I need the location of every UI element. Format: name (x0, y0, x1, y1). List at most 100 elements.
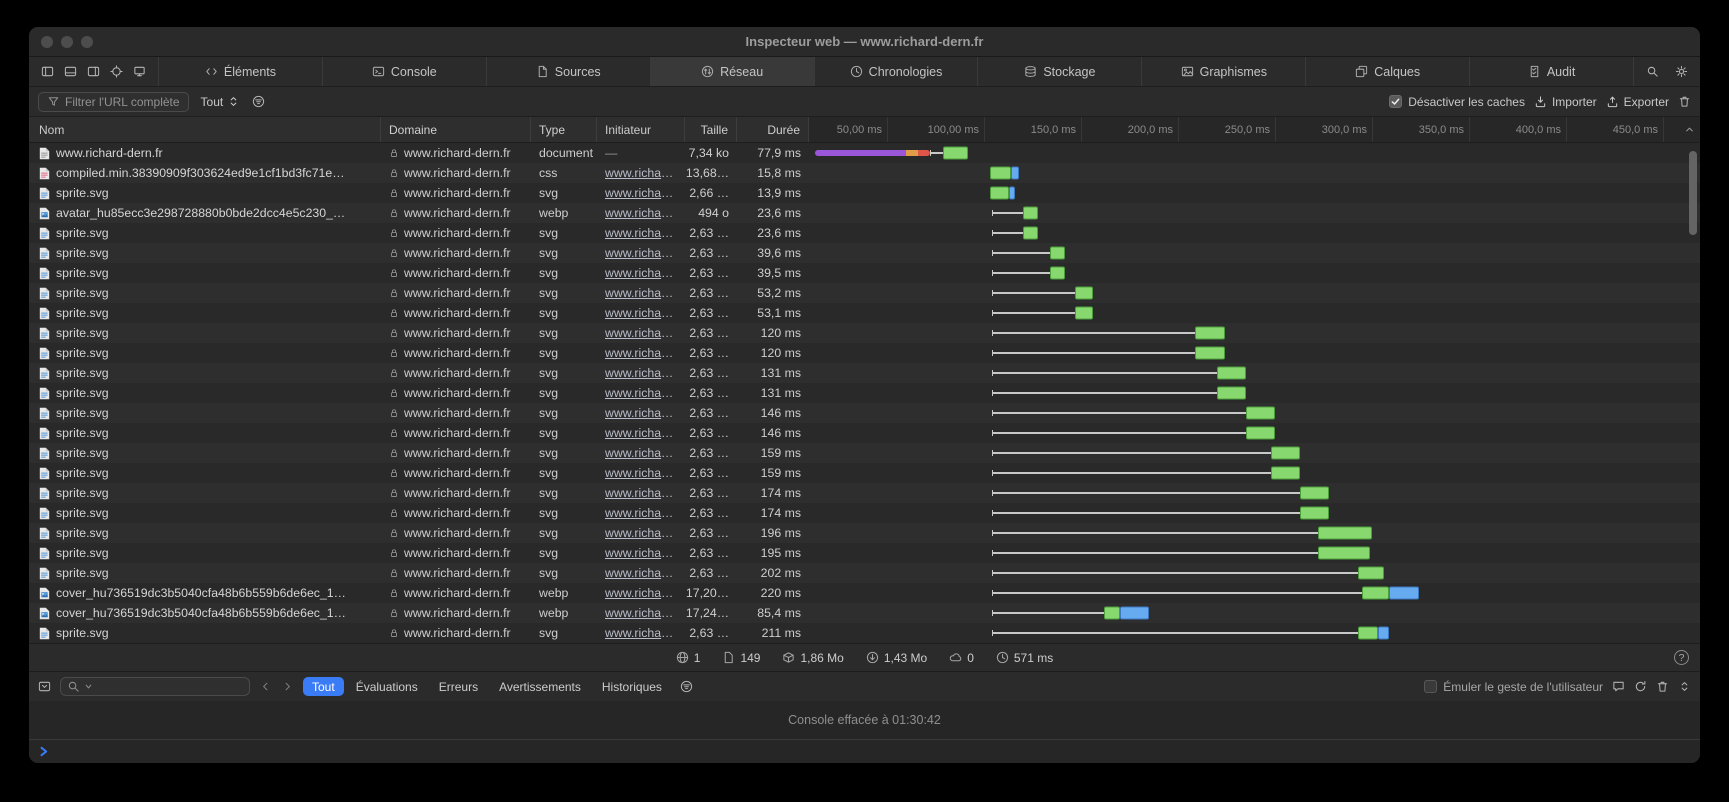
table-row[interactable]: www.richard-dern.frwww.richard-dern.frdo… (29, 143, 1700, 163)
column-header-taille[interactable]: Taille (685, 117, 737, 142)
expand-console-icon[interactable] (1678, 680, 1691, 693)
minimize-window-button[interactable] (61, 36, 73, 48)
clear-network-icon[interactable] (1678, 95, 1691, 108)
traffic-lights[interactable] (41, 36, 93, 48)
table-row[interactable]: sprite.svgwww.richard-dern.frsvgwww.rich… (29, 383, 1700, 403)
zoom-window-button[interactable] (81, 36, 93, 48)
initiator-link[interactable]: www.richard-d… (605, 386, 677, 400)
console-tab-historiques[interactable]: Historiques (593, 677, 671, 696)
initiator-link[interactable]: www.richard-d… (605, 166, 677, 180)
initiator-link[interactable]: www.richard-d… (605, 306, 677, 320)
disable-caches-checkbox[interactable]: Désactiver les caches (1389, 95, 1525, 109)
dock-left-icon[interactable] (41, 65, 54, 78)
url-filter-input[interactable]: Filtrer l'URL complète (38, 92, 189, 112)
element-picker-icon[interactable] (110, 65, 123, 78)
table-row[interactable]: sprite.svgwww.richard-dern.frsvgwww.rich… (29, 363, 1700, 383)
table-row[interactable]: sprite.svgwww.richard-dern.frsvgwww.rich… (29, 263, 1700, 283)
tab-console[interactable]: Console (323, 57, 487, 86)
table-row[interactable]: sprite.svgwww.richard-dern.frsvgwww.rich… (29, 343, 1700, 363)
tab-reseau[interactable]: Réseau (651, 57, 815, 86)
table-row[interactable]: sprite.svgwww.richard-dern.frsvgwww.rich… (29, 183, 1700, 203)
table-row[interactable]: cover_hu736519dc3b5040cfa48b6b559b6de6ec… (29, 583, 1700, 603)
column-header-duree[interactable]: Durée (737, 117, 809, 142)
table-row[interactable]: sprite.svgwww.richard-dern.frsvgwww.rich… (29, 483, 1700, 503)
tab-audit[interactable]: Audit (1470, 57, 1634, 86)
table-row[interactable]: sprite.svgwww.richard-dern.frsvgwww.rich… (29, 303, 1700, 323)
table-row[interactable]: sprite.svgwww.richard-dern.frsvgwww.rich… (29, 283, 1700, 303)
table-row[interactable]: sprite.svgwww.richard-dern.frsvgwww.rich… (29, 623, 1700, 643)
clear-console-icon[interactable] (1656, 680, 1669, 693)
table-row[interactable]: sprite.svgwww.richard-dern.frsvgwww.rich… (29, 243, 1700, 263)
table-row[interactable]: cover_hu736519dc3b5040cfa48b6b559b6de6ec… (29, 603, 1700, 623)
table-row[interactable]: compiled.min.38390909f303624ed9e1cf1bd3f… (29, 163, 1700, 183)
column-header-domaine[interactable]: Domaine (381, 117, 531, 142)
table-row[interactable]: sprite.svgwww.richard-dern.frsvgwww.rich… (29, 443, 1700, 463)
initiator-link[interactable]: www.richard-d… (605, 606, 677, 620)
initiator-link[interactable]: www.richard-d… (605, 286, 677, 300)
back-button[interactable] (259, 680, 272, 693)
tab-calques[interactable]: Calques (1306, 57, 1470, 86)
import-button[interactable]: Importer (1534, 95, 1597, 109)
initiator-link[interactable]: www.richard-d… (605, 586, 677, 600)
tab-chronologies[interactable]: Chronologies (815, 57, 979, 86)
column-header-type[interactable]: Type (531, 117, 597, 142)
scroll-top-icon[interactable] (1683, 123, 1696, 136)
vertical-scrollbar-thumb[interactable] (1689, 151, 1697, 235)
table-row[interactable]: sprite.svgwww.richard-dern.frsvgwww.rich… (29, 463, 1700, 483)
export-button[interactable]: Exporter (1606, 95, 1669, 109)
close-window-button[interactable] (41, 36, 53, 48)
initiator-link[interactable]: www.richard-d… (605, 486, 677, 500)
initiator-link[interactable]: www.richard-d… (605, 426, 677, 440)
table-row[interactable]: sprite.svgwww.richard-dern.frsvgwww.rich… (29, 423, 1700, 443)
initiator-link[interactable]: www.richard-d… (605, 186, 677, 200)
reload-icon[interactable] (1634, 680, 1647, 693)
forward-button[interactable] (281, 680, 294, 693)
initiator-link[interactable]: www.richard-d… (605, 406, 677, 420)
console-tab-avertissements[interactable]: Avertissements (490, 677, 590, 696)
table-row[interactable]: sprite.svgwww.richard-dern.frsvgwww.rich… (29, 523, 1700, 543)
table-row[interactable]: sprite.svgwww.richard-dern.frsvgwww.rich… (29, 323, 1700, 343)
console-bubble-icon[interactable] (1612, 680, 1625, 693)
emulate-user-gesture-checkbox[interactable]: Émuler le geste de l'utilisateur (1424, 680, 1603, 694)
table-row[interactable]: sprite.svgwww.richard-dern.frsvgwww.rich… (29, 563, 1700, 583)
help-button[interactable]: ? (1674, 650, 1689, 665)
console-tab-tout[interactable]: Tout (303, 677, 344, 696)
table-row[interactable]: sprite.svgwww.richard-dern.frsvgwww.rich… (29, 503, 1700, 523)
console-tab-evaluations[interactable]: Évaluations (347, 677, 427, 696)
dock-right-icon[interactable] (87, 65, 100, 78)
tab-graphismes[interactable]: Graphismes (1142, 57, 1306, 86)
initiator-link[interactable]: www.richard-d… (605, 266, 677, 280)
initiator-link[interactable]: www.richard-d… (605, 446, 677, 460)
gear-icon[interactable] (1675, 65, 1688, 78)
table-row[interactable]: sprite.svgwww.richard-dern.frsvgwww.rich… (29, 543, 1700, 563)
console-prompt[interactable] (29, 739, 1700, 763)
column-header-initiateur[interactable]: Initiateur (597, 117, 685, 142)
initiator-link[interactable]: www.richard-d… (605, 366, 677, 380)
network-filter-options-icon[interactable] (252, 95, 265, 108)
tab-elements[interactable]: Éléments (159, 57, 323, 86)
initiator-link[interactable]: www.richard-d… (605, 626, 677, 640)
initiator-link[interactable]: www.richard-d… (605, 326, 677, 340)
tab-stockage[interactable]: Stockage (978, 57, 1142, 86)
initiator-link[interactable]: www.richard-d… (605, 566, 677, 580)
search-icon[interactable] (1646, 65, 1659, 78)
table-row[interactable]: avatar_hu85ecc3e298728880b0bde2dcc4e5c23… (29, 203, 1700, 223)
console-scope-icon[interactable] (38, 680, 51, 693)
table-row[interactable]: sprite.svgwww.richard-dern.frsvgwww.rich… (29, 403, 1700, 423)
responsive-mode-icon[interactable] (133, 65, 146, 78)
initiator-link[interactable]: www.richard-d… (605, 206, 677, 220)
console-filter-options-icon[interactable] (680, 680, 693, 693)
initiator-link[interactable]: www.richard-d… (605, 546, 677, 560)
initiator-link[interactable]: www.richard-d… (605, 506, 677, 520)
initiator-link[interactable]: www.richard-d… (605, 346, 677, 360)
resource-type-select[interactable]: Tout (198, 95, 244, 109)
tab-sources[interactable]: Sources (487, 57, 651, 86)
dock-bottom-icon[interactable] (64, 65, 77, 78)
initiator-link[interactable]: www.richard-d… (605, 526, 677, 540)
console-tab-erreurs[interactable]: Erreurs (430, 677, 487, 696)
initiator-link[interactable]: www.richard-d… (605, 226, 677, 240)
initiator-link[interactable]: www.richard-d… (605, 466, 677, 480)
column-header-nom[interactable]: Nom (29, 117, 381, 142)
table-row[interactable]: sprite.svgwww.richard-dern.frsvgwww.rich… (29, 223, 1700, 243)
initiator-link[interactable]: www.richard-d… (605, 246, 677, 260)
